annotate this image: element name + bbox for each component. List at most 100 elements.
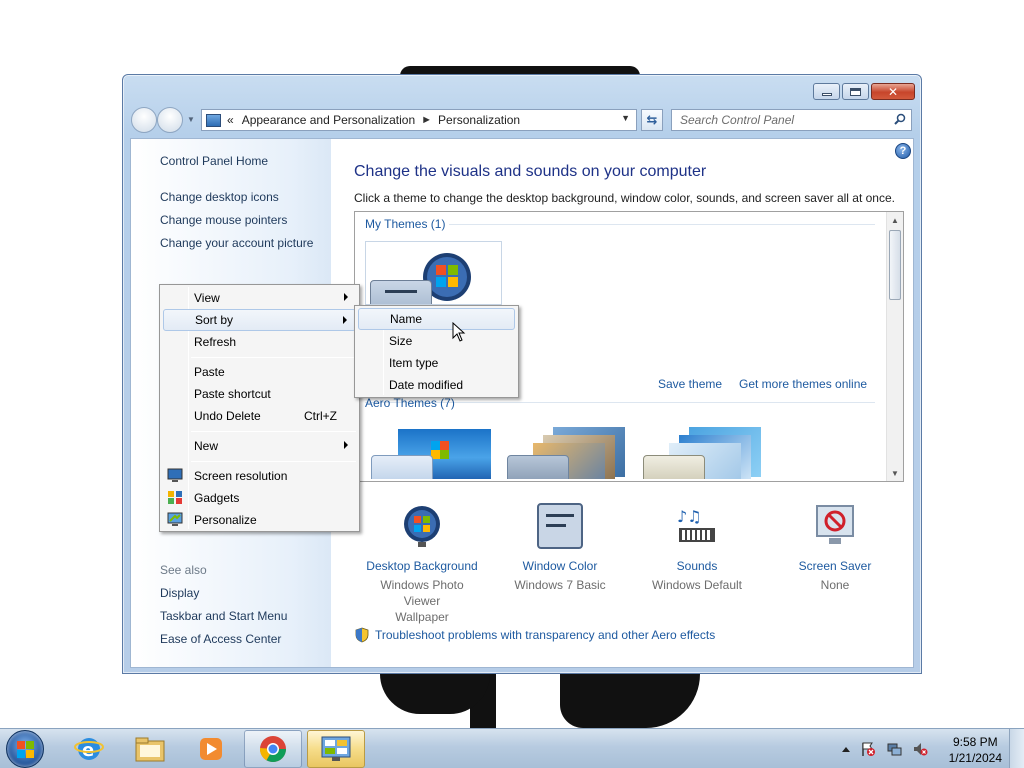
search-box[interactable]: Search Control Panel bbox=[671, 109, 912, 131]
menu-item-refresh[interactable]: Refresh bbox=[163, 331, 356, 353]
aero-themes-heading[interactable]: Aero Themes (7) bbox=[365, 396, 455, 410]
sort-item-name[interactable]: Name bbox=[358, 308, 515, 330]
minimize-button[interactable] bbox=[813, 83, 840, 100]
taskbar-chrome[interactable] bbox=[244, 730, 302, 768]
maximize-button[interactable] bbox=[842, 83, 869, 100]
menu-item-label: Undo Delete bbox=[194, 409, 261, 423]
address-bar[interactable]: « Appearance and Personalization ► Perso… bbox=[201, 109, 637, 131]
control-panel-home-link[interactable]: Control Panel Home bbox=[160, 154, 268, 168]
volume-muted-icon[interactable] bbox=[912, 741, 928, 757]
refresh-icon: ⇆ bbox=[646, 112, 658, 127]
display-link[interactable]: Display bbox=[160, 586, 199, 600]
menu-item-gadgets[interactable]: Gadgets bbox=[163, 487, 356, 509]
desktop-background-label[interactable]: Desktop Background bbox=[362, 559, 482, 573]
menu-item-label: Gadgets bbox=[194, 491, 240, 505]
menu-item-label: Refresh bbox=[194, 335, 237, 349]
taskbar-file-explorer[interactable] bbox=[121, 730, 179, 768]
my-themes-heading[interactable]: My Themes (1) bbox=[365, 217, 445, 231]
sounds-label[interactable]: Sounds bbox=[637, 559, 757, 573]
scrollbar-thumb[interactable] bbox=[889, 230, 901, 300]
change-account-picture-link[interactable]: Change your account picture bbox=[160, 236, 313, 250]
sort-item-date-modified[interactable]: Date modified bbox=[358, 374, 515, 396]
refresh-button[interactable]: ⇆ bbox=[641, 109, 663, 131]
breadcrumb-appearance[interactable]: Appearance and Personalization bbox=[242, 113, 415, 127]
breadcrumb-personalization[interactable]: Personalization bbox=[438, 113, 520, 127]
clock[interactable]: 9:58 PM 1/21/2024 bbox=[949, 734, 1002, 766]
sort-item-type[interactable]: Item type bbox=[358, 352, 515, 374]
back-button[interactable] bbox=[131, 107, 157, 133]
breadcrumb-prefix[interactable]: « bbox=[227, 113, 234, 127]
taskbar-start-menu-link[interactable]: Taskbar and Start Menu bbox=[160, 609, 287, 623]
forward-button[interactable] bbox=[157, 107, 183, 133]
menu-item-label: Sort by bbox=[195, 313, 234, 327]
menu-item-view[interactable]: View bbox=[163, 287, 356, 309]
scroll-up-icon[interactable]: ▲ bbox=[887, 212, 903, 228]
desktop-background-icon bbox=[404, 506, 440, 547]
sort-by-submenu: Name Size Item type Date modified bbox=[354, 305, 519, 398]
menu-item-label: Size bbox=[389, 334, 413, 348]
aero-theme-architecture[interactable] bbox=[505, 427, 629, 479]
taskbar-internet-explorer[interactable]: e bbox=[60, 730, 118, 768]
troubleshoot-link[interactable]: Troubleshoot problems with transparency … bbox=[355, 627, 715, 643]
menu-item-screen-resolution[interactable]: Screen resolution bbox=[163, 465, 356, 487]
clock-date: 1/21/2024 bbox=[948, 751, 1002, 765]
help-button[interactable]: ? bbox=[895, 143, 911, 159]
theme-color-preview bbox=[370, 280, 432, 304]
address-dropdown-icon[interactable]: ▼ bbox=[621, 113, 630, 123]
menu-item-shortcut: Ctrl+Z bbox=[304, 409, 337, 423]
sort-item-size[interactable]: Size bbox=[358, 330, 515, 352]
breadcrumb-separator-icon[interactable]: ► bbox=[421, 114, 432, 126]
network-icon[interactable] bbox=[886, 741, 902, 757]
sounds-item[interactable]: ♪♫ Sounds Windows Default bbox=[637, 502, 757, 593]
window-color-label[interactable]: Window Color bbox=[500, 559, 620, 573]
menu-item-new[interactable]: New bbox=[163, 435, 356, 457]
menu-item-sort-by[interactable]: Sort by bbox=[163, 309, 356, 331]
search-icon[interactable] bbox=[894, 113, 906, 125]
page-title: Change the visuals and sounds on your co… bbox=[354, 163, 707, 180]
change-desktop-icons-link[interactable]: Change desktop icons bbox=[160, 190, 279, 204]
taskbar-media-player[interactable] bbox=[182, 730, 240, 768]
start-button[interactable] bbox=[6, 730, 44, 768]
windows-flag-icon bbox=[17, 741, 25, 749]
get-more-themes-link[interactable]: Get more themes online bbox=[739, 377, 867, 391]
save-theme-link[interactable]: Save theme bbox=[658, 377, 722, 391]
my-theme-thumbnail[interactable] bbox=[365, 241, 502, 305]
mouse-cursor-icon bbox=[452, 322, 466, 342]
desktop-background-item[interactable]: Desktop Background Windows Photo Viewer … bbox=[362, 502, 482, 625]
window-color-value: Windows 7 Basic bbox=[514, 578, 606, 592]
menu-item-label: Item type bbox=[389, 356, 439, 370]
window-color-item[interactable]: Window Color Windows 7 Basic bbox=[500, 502, 620, 593]
ease-of-access-link[interactable]: Ease of Access Center bbox=[160, 632, 281, 646]
show-desktop-button[interactable] bbox=[1009, 729, 1024, 768]
menu-item-label: Paste shortcut bbox=[194, 387, 271, 401]
menu-item-undo-delete[interactable]: Undo Delete Ctrl+Z bbox=[163, 405, 356, 427]
vertical-scrollbar[interactable]: ▲ ▼ bbox=[886, 212, 903, 481]
scroll-down-icon[interactable]: ▼ bbox=[887, 465, 903, 481]
screen-saver-label[interactable]: Screen Saver bbox=[775, 559, 895, 573]
page-description: Click a theme to change the desktop back… bbox=[354, 191, 895, 205]
taskbar-control-panel[interactable] bbox=[307, 730, 365, 768]
close-button[interactable]: ✕ bbox=[871, 83, 915, 100]
desktop-context-menu: View Sort by Refresh Paste Paste shortcu… bbox=[159, 284, 360, 532]
change-mouse-pointers-link[interactable]: Change mouse pointers bbox=[160, 213, 287, 227]
search-placeholder: Search Control Panel bbox=[680, 113, 795, 127]
aero-theme-characters[interactable] bbox=[641, 427, 765, 479]
theme-color-preview bbox=[643, 455, 705, 479]
windows-flag-icon bbox=[17, 750, 25, 758]
troubleshoot-label[interactable]: Troubleshoot problems with transparency … bbox=[375, 628, 715, 642]
recent-pages-dropdown[interactable]: ▼ bbox=[187, 115, 195, 124]
submenu-arrow-icon bbox=[343, 316, 347, 324]
see-also-heading: See also bbox=[160, 563, 207, 577]
action-center-flag-icon[interactable] bbox=[860, 741, 876, 757]
menu-item-label: Date modified bbox=[389, 378, 464, 392]
menu-item-paste-shortcut[interactable]: Paste shortcut bbox=[163, 383, 356, 405]
menu-item-paste[interactable]: Paste bbox=[163, 361, 356, 383]
screen-saver-value: None bbox=[820, 578, 850, 592]
menu-item-personalize[interactable]: Personalize bbox=[163, 509, 356, 531]
menu-item-label: Screen resolution bbox=[194, 469, 288, 483]
theme-color-preview bbox=[371, 455, 433, 479]
aero-theme-windows7[interactable] bbox=[369, 427, 493, 479]
show-hidden-icons-icon[interactable] bbox=[842, 746, 850, 752]
screen-saver-item[interactable]: Screen Saver None bbox=[775, 502, 895, 593]
main-pane: ? Change the visuals and sounds on your … bbox=[331, 139, 913, 667]
